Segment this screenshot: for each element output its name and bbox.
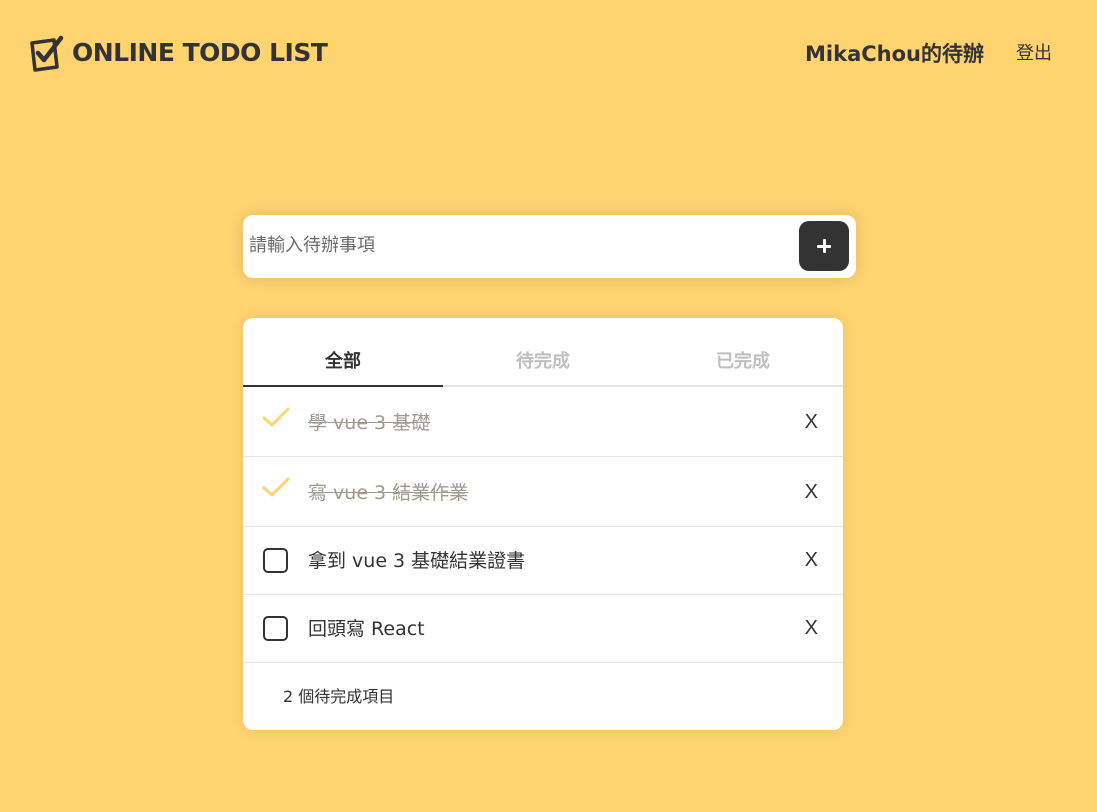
todo-item: 回頭寫 React X	[243, 595, 843, 663]
logo-text: ONLINE TODO LIST	[72, 38, 328, 67]
todo-text: 寫 vue 3 結業作業	[308, 482, 469, 504]
add-todo-bar	[243, 215, 856, 278]
todo-text: 回頭寫 React	[308, 618, 425, 640]
tab-completed[interactable]: 已完成	[643, 318, 843, 387]
filter-tabs: 全部 待完成 已完成	[243, 318, 843, 387]
tab-pending[interactable]: 待完成	[443, 318, 643, 387]
delete-todo-button[interactable]: X	[805, 479, 818, 505]
delete-todo-button[interactable]: X	[805, 409, 818, 435]
checkmark-icon	[262, 407, 290, 427]
todo-input[interactable]	[249, 225, 789, 265]
todo-item: 拿到 vue 3 基礎結業證書 X	[243, 527, 843, 595]
delete-todo-button[interactable]: X	[805, 615, 818, 641]
todo-item: 寫 vue 3 結業作業 X	[243, 457, 843, 527]
unchecked-box-icon	[263, 548, 288, 573]
todo-checkbox[interactable]	[263, 548, 288, 573]
todo-text: 學 vue 3 基礎	[308, 412, 431, 434]
todo-checkbox[interactable]	[262, 407, 290, 434]
checkmark-icon	[262, 477, 290, 497]
todo-item: 學 vue 3 基礎 X	[243, 387, 843, 457]
todo-checkbox[interactable]	[262, 477, 290, 504]
todo-checkbox[interactable]	[263, 616, 288, 641]
todo-list-card: 全部 待完成 已完成 學 vue 3 基礎 X 寫 vue 3 結業作業 X 拿…	[243, 318, 843, 730]
header: ONLINE TODO LIST MikaChou的待辦 登出	[0, 0, 1097, 106]
add-todo-button[interactable]	[799, 221, 849, 271]
todo-list: 學 vue 3 基礎 X 寫 vue 3 結業作業 X 拿到 vue 3 基礎結…	[243, 387, 843, 663]
logo[interactable]: ONLINE TODO LIST	[28, 34, 328, 72]
pending-count: 2 個待完成項目	[283, 687, 395, 706]
tab-all[interactable]: 全部	[243, 318, 443, 387]
logo-checkbox-icon	[30, 35, 64, 72]
todo-text: 拿到 vue 3 基礎結業證書	[308, 550, 526, 572]
user-title: MikaChou的待辦	[805, 42, 984, 66]
unchecked-box-icon	[263, 616, 288, 641]
delete-todo-button[interactable]: X	[805, 547, 818, 573]
plus-icon	[799, 221, 849, 271]
logout-link[interactable]: 登出	[1016, 40, 1052, 68]
